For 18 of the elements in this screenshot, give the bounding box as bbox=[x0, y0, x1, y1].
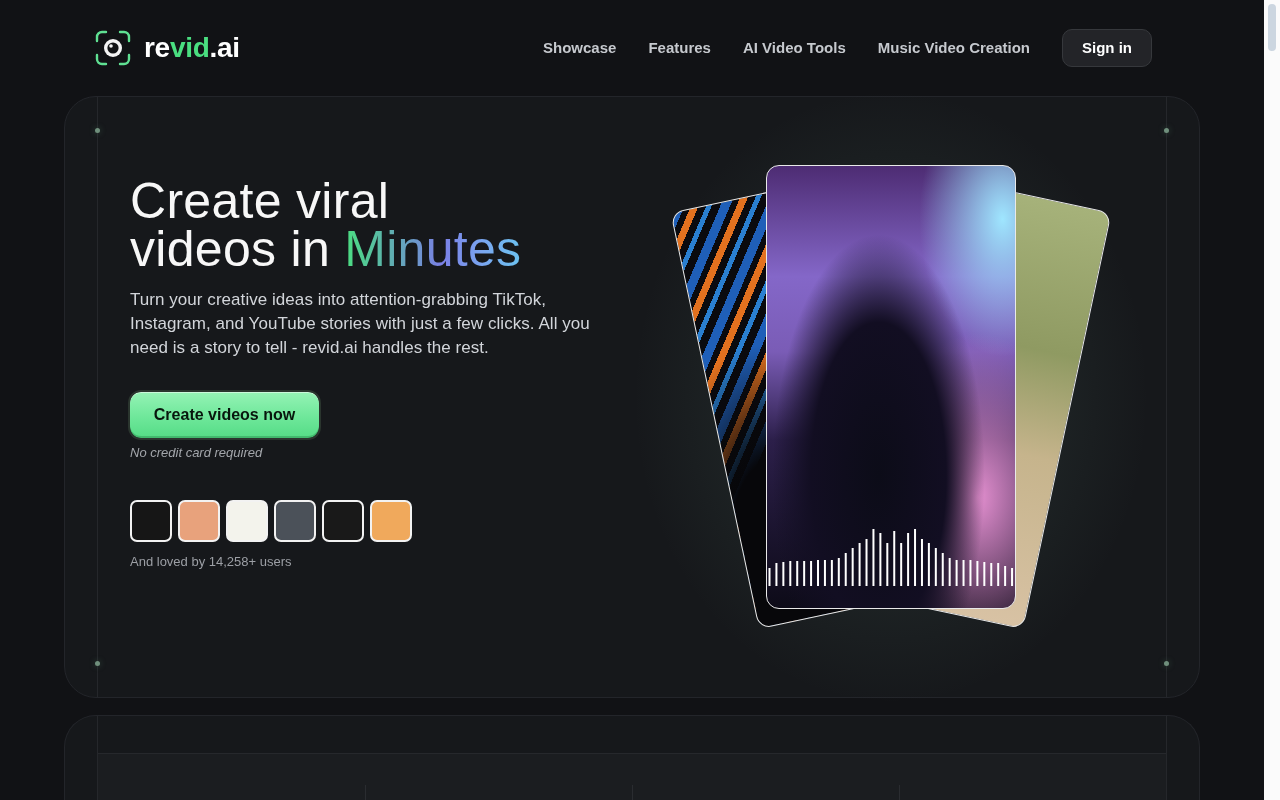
logo-icon[interactable] bbox=[95, 30, 131, 66]
nav-link[interactable]: Features bbox=[648, 36, 711, 60]
hero-description: Turn your creative ideas into attention-grabbing TikTok, Instagram, and YouTube stories with just a few clicks. All you need is a story to tell - revid.ai handles the rest. bbox=[130, 289, 591, 359]
no-credit-card-note: No credit card required bbox=[130, 444, 264, 462]
scrollbar-track[interactable] bbox=[1264, 0, 1280, 800]
frame-dot-icon bbox=[95, 128, 100, 133]
nav-link[interactable]: AI Video Tools bbox=[742, 36, 846, 60]
users-count-text: And loved by 14,258+ users bbox=[130, 553, 293, 571]
frame-dot-icon bbox=[1164, 661, 1169, 666]
frame-dot-icon bbox=[95, 661, 100, 666]
sign-in-button[interactable]: Sign in bbox=[1062, 29, 1152, 67]
nav-link[interactable]: Music Video Creation bbox=[877, 36, 1030, 60]
logo-text[interactable]: revid.ai bbox=[144, 34, 240, 62]
scrollbar-thumb[interactable] bbox=[1268, 4, 1276, 51]
frame-dot-icon bbox=[1164, 128, 1169, 133]
hero-headline: Create viral videos in Minutes bbox=[130, 177, 523, 273]
nav-link[interactable]: Showcase bbox=[543, 36, 617, 60]
create-videos-button[interactable]: Create videos now bbox=[128, 390, 321, 440]
